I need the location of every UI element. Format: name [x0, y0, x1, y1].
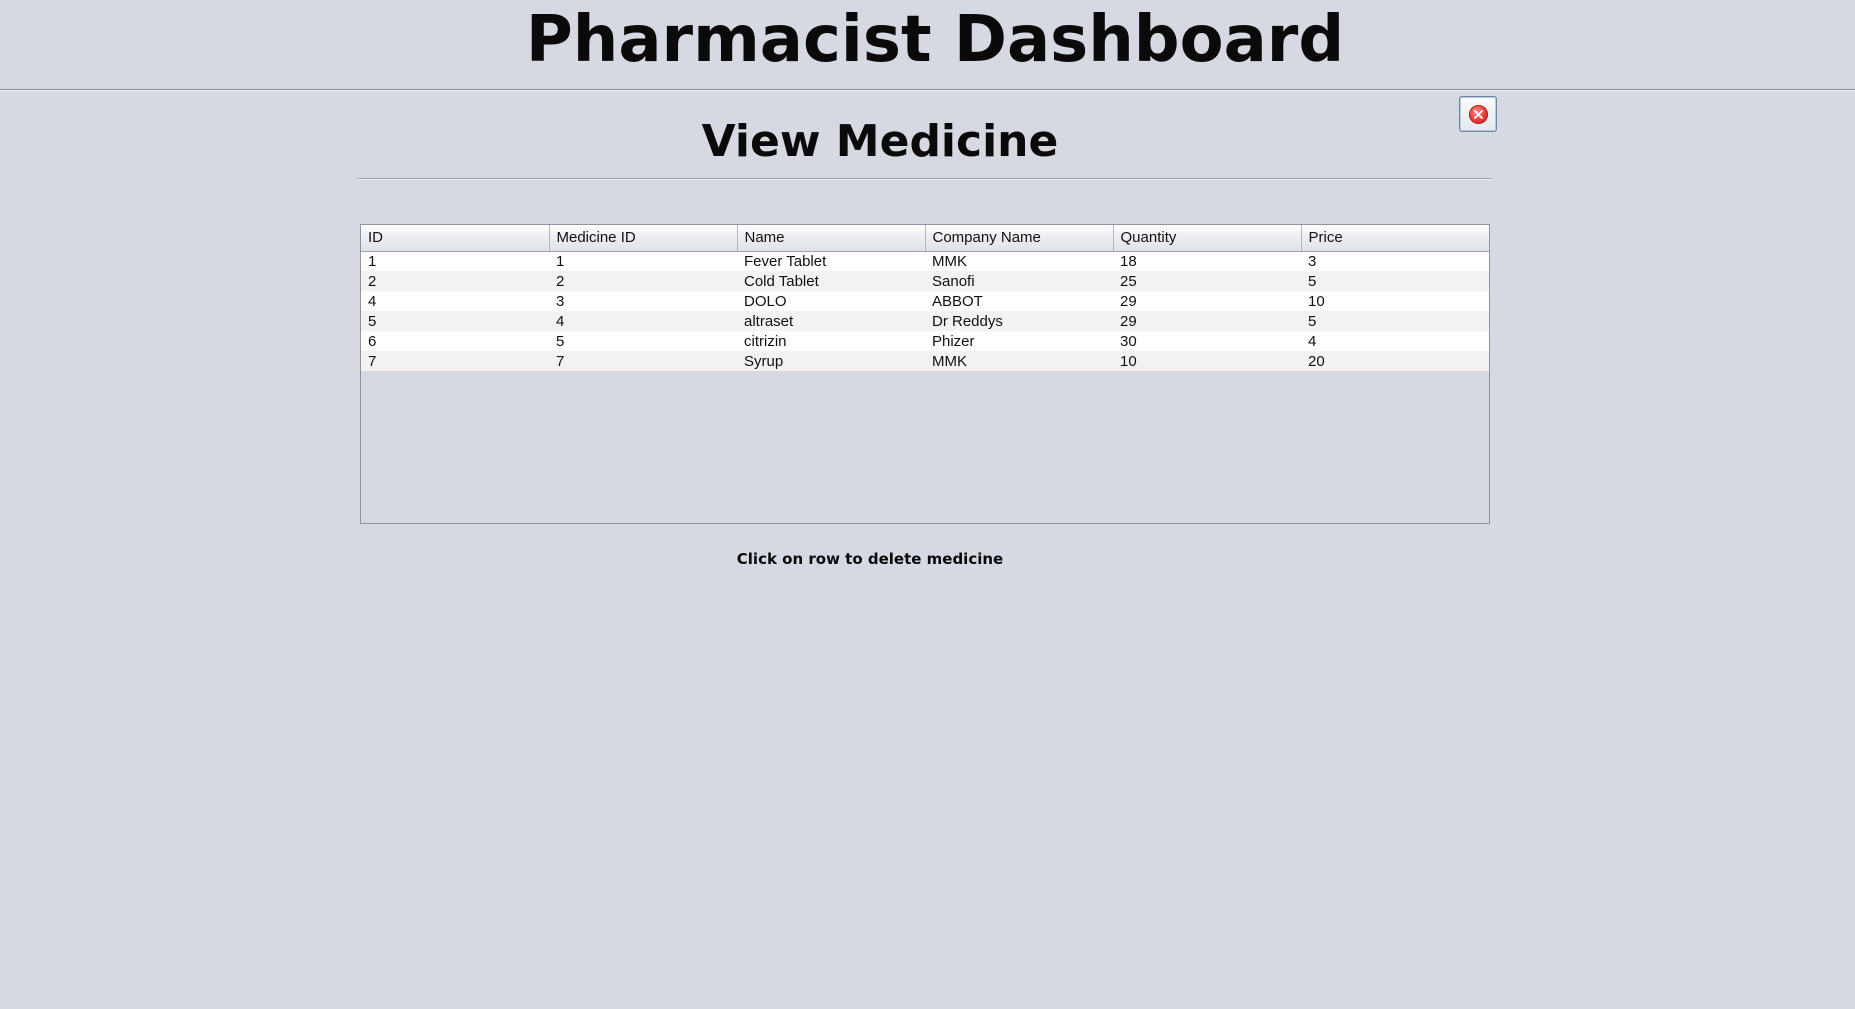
cell-price: 3 [1301, 251, 1489, 271]
cell-company-name: Phizer [925, 331, 1113, 351]
page-title: View Medicine [701, 116, 1059, 167]
column-header-company-name[interactable]: Company Name [925, 225, 1114, 252]
cell-company-name: MMK [925, 251, 1113, 271]
cell-name: altraset [737, 311, 925, 331]
cell-id: 6 [361, 331, 549, 351]
column-header-quantity[interactable]: Quantity [1113, 225, 1302, 252]
cell-price: 5 [1301, 311, 1489, 331]
cell-quantity: 29 [1113, 291, 1301, 311]
dashboard-title: Pharmacist Dashboard [525, 3, 1345, 77]
table-row[interactable]: 2 2 Cold Tablet Sanofi 25 5 [361, 271, 1489, 291]
header-divider [0, 89, 1855, 91]
table-row[interactable]: 5 4 altraset Dr Reddys 29 5 [361, 311, 1489, 331]
cell-medicine-id: 1 [549, 251, 737, 271]
cell-price: 10 [1301, 291, 1489, 311]
medicine-table-container[interactable]: ID Medicine ID Name Company Name Quantit… [360, 224, 1490, 524]
table-row[interactable]: 4 3 DOLO ABBOT 29 10 [361, 291, 1489, 311]
medicine-table: ID Medicine ID Name Company Name Quantit… [361, 225, 1489, 371]
cell-name: Fever Tablet [737, 251, 925, 271]
cell-company-name: Sanofi [925, 271, 1113, 291]
delete-hint-label: Click on row to delete medicine [736, 550, 1004, 568]
cell-quantity: 25 [1113, 271, 1301, 291]
title-divider [357, 178, 1492, 180]
cell-quantity: 29 [1113, 311, 1301, 331]
cell-quantity: 18 [1113, 251, 1301, 271]
table-header-row: ID Medicine ID Name Company Name Quantit… [361, 225, 1489, 252]
table-row[interactable]: 6 5 citrizin Phizer 30 4 [361, 331, 1489, 351]
cell-id: 4 [361, 291, 549, 311]
column-header-price[interactable]: Price [1301, 225, 1489, 252]
cell-price: 5 [1301, 271, 1489, 291]
cell-id: 5 [361, 311, 549, 331]
column-header-medicine-id[interactable]: Medicine ID [549, 225, 738, 252]
cell-price: 20 [1301, 351, 1489, 371]
cell-quantity: 30 [1113, 331, 1301, 351]
cell-name: Cold Tablet [737, 271, 925, 291]
cell-medicine-id: 2 [549, 271, 737, 291]
cell-company-name: ABBOT [925, 291, 1113, 311]
cell-medicine-id: 4 [549, 311, 737, 331]
cell-medicine-id: 7 [549, 351, 737, 371]
table-row[interactable]: 7 7 Syrup MMK 10 20 [361, 351, 1489, 371]
column-header-name[interactable]: Name [737, 225, 926, 252]
column-header-id[interactable]: ID [361, 225, 550, 252]
cell-name: DOLO [737, 291, 925, 311]
cell-company-name: MMK [925, 351, 1113, 371]
cell-medicine-id: 5 [549, 331, 737, 351]
table-row[interactable]: 1 1 Fever Tablet MMK 18 3 [361, 251, 1489, 271]
cell-medicine-id: 3 [549, 291, 737, 311]
cell-name: Syrup [737, 351, 925, 371]
cell-quantity: 10 [1113, 351, 1301, 371]
cell-price: 4 [1301, 331, 1489, 351]
cell-name: citrizin [737, 331, 925, 351]
cell-id: 1 [361, 251, 549, 271]
cell-id: 7 [361, 351, 549, 371]
cell-id: 2 [361, 271, 549, 291]
cell-company-name: Dr Reddys [925, 311, 1113, 331]
